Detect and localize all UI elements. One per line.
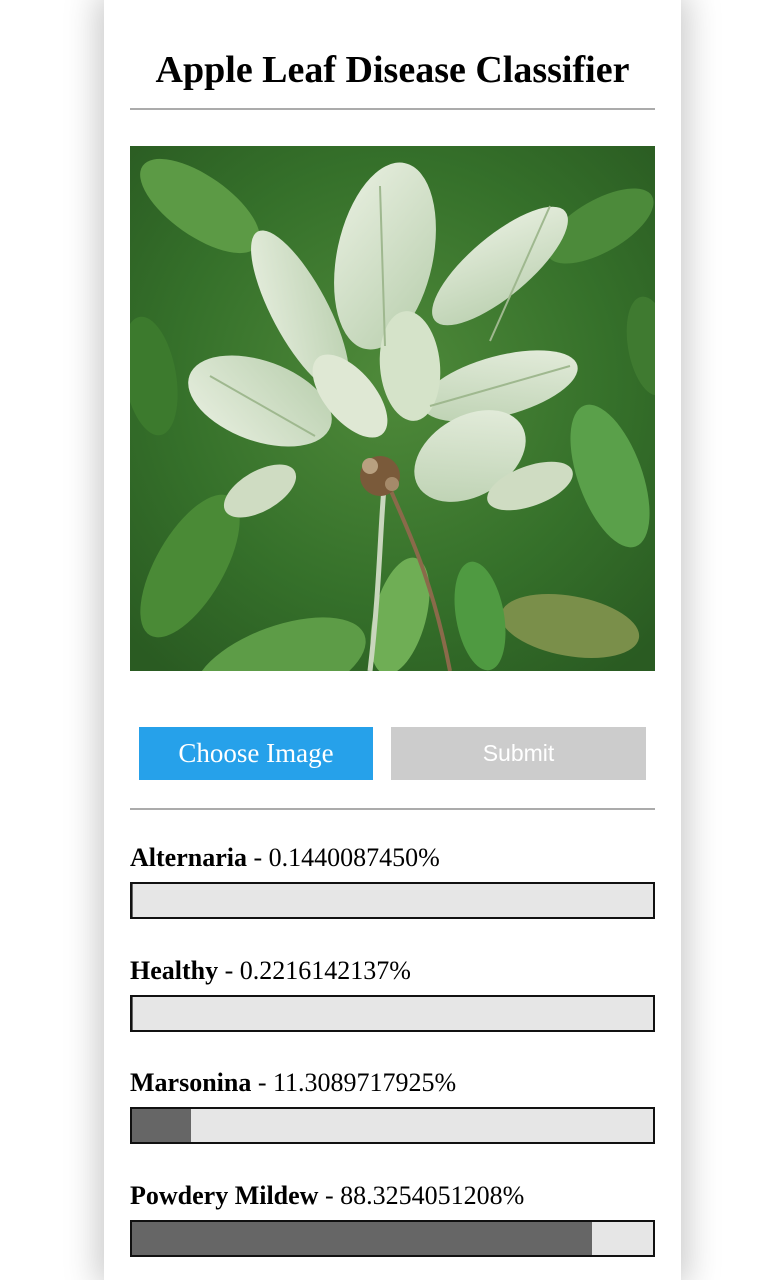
result-label: Healthy - 0.2216142137% <box>130 956 655 986</box>
class-name: Marsonina <box>130 1068 252 1097</box>
probability-bar <box>130 1220 655 1257</box>
separator: - <box>251 1068 274 1097</box>
leaf-photo-graphic <box>130 146 655 671</box>
probability-bar-fill <box>132 1222 593 1255</box>
probability-text: 88.3254051208% <box>340 1181 525 1210</box>
result-marsonina: Marsonina - 11.3089717925% <box>130 1068 655 1144</box>
result-label: Marsonina - 11.3089717925% <box>130 1068 655 1098</box>
choose-image-button[interactable]: Choose Image <box>139 727 373 780</box>
title-divider <box>130 108 655 110</box>
separator: - <box>218 956 240 985</box>
page-title: Apple Leaf Disease Classifier <box>155 49 630 91</box>
result-healthy: Healthy - 0.2216142137% <box>130 956 655 1032</box>
probability-text: 0.2216142137% <box>239 956 411 985</box>
probability-bar-fill <box>132 997 134 1030</box>
class-name: Powdery Mildew <box>130 1181 319 1210</box>
probability-bar-fill <box>132 1109 191 1142</box>
probability-bar <box>130 1107 655 1144</box>
controls-divider <box>130 808 655 810</box>
class-name: Alternaria <box>130 843 247 872</box>
separator: - <box>246 843 269 872</box>
result-label: Alternaria - 0.1440087450% <box>130 843 655 873</box>
probability-bar <box>130 882 655 919</box>
result-label: Powdery Mildew - 88.3254051208% <box>130 1181 655 1211</box>
leaf-image <box>130 146 655 671</box>
probability-bar <box>130 995 655 1032</box>
probability-bar-fill <box>132 884 133 917</box>
result-alternaria: Alternaria - 0.1440087450% <box>130 843 655 919</box>
classifier-card: Apple Leaf Disease Classifier Choose Ima… <box>104 0 681 1280</box>
class-name: Healthy <box>130 956 219 985</box>
submit-button[interactable]: Submit <box>391 727 646 780</box>
result-powdery-mildew: Powdery Mildew - 88.3254051208% <box>130 1181 655 1257</box>
page: Apple Leaf Disease Classifier Choose Ima… <box>0 0 781 1280</box>
probability-text: 0.1440087450% <box>268 843 440 872</box>
probability-text: 11.3089717925% <box>273 1068 457 1097</box>
separator: - <box>318 1181 341 1210</box>
